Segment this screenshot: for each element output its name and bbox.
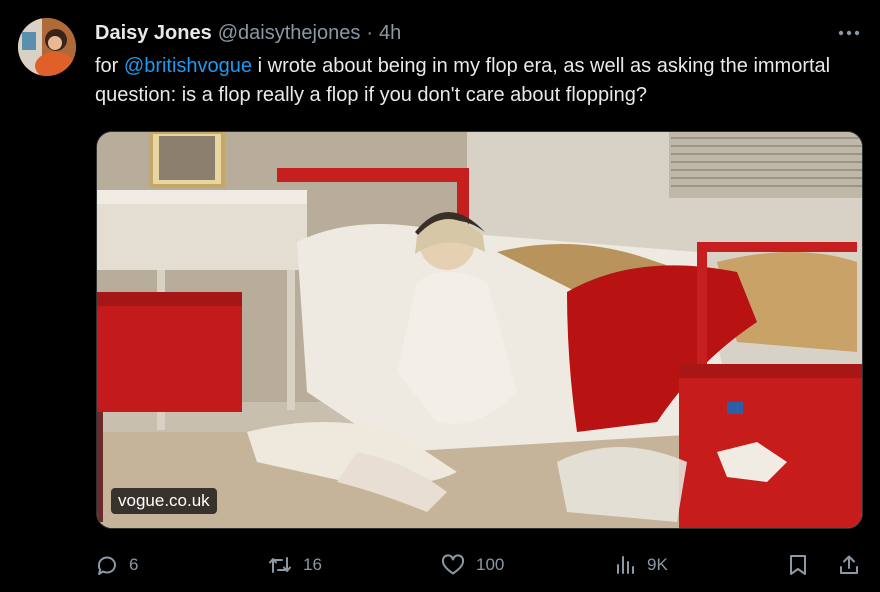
media-photo	[97, 132, 862, 528]
link-domain-badge: vogue.co.uk	[111, 488, 217, 514]
views-button[interactable]: 9K	[613, 548, 668, 582]
tweet: Daisy Jones @daisythejones · 4h for @bri…	[0, 0, 880, 592]
separator-dot: ·	[366, 21, 374, 44]
reply-count: 6	[129, 555, 139, 574]
reply-icon	[97, 556, 116, 575]
mention-link[interactable]: @britishvogue	[124, 55, 252, 77]
tweet-header: Daisy Jones @daisythejones · 4h	[95, 20, 401, 46]
share-button[interactable]	[837, 548, 861, 582]
repost-button[interactable]: 16	[267, 548, 322, 582]
bookmark-icon	[790, 555, 806, 575]
repost-count: 16	[303, 555, 322, 574]
avatar[interactable]	[18, 18, 76, 76]
display-name[interactable]: Daisy Jones	[95, 22, 212, 45]
share-icon	[840, 555, 858, 574]
media-card[interactable]: vogue.co.uk	[96, 131, 863, 529]
repost-icon	[269, 557, 291, 573]
user-handle[interactable]: @daisythejones	[218, 22, 361, 45]
action-bar: 6 16 100 9K	[95, 548, 865, 582]
views-count: 9K	[647, 555, 668, 574]
like-count: 100	[476, 555, 505, 574]
like-button[interactable]: 100	[440, 548, 504, 582]
tweet-text-prefix: for	[95, 55, 124, 77]
analytics-icon	[617, 556, 634, 574]
more-icon[interactable]	[836, 22, 862, 44]
heart-icon	[441, 554, 465, 575]
tweet-text: for @britishvogue i wrote about being in…	[95, 52, 865, 110]
timestamp[interactable]: 4h	[379, 22, 401, 45]
bookmark-button[interactable]	[787, 548, 809, 582]
reply-button[interactable]: 6	[95, 548, 138, 582]
